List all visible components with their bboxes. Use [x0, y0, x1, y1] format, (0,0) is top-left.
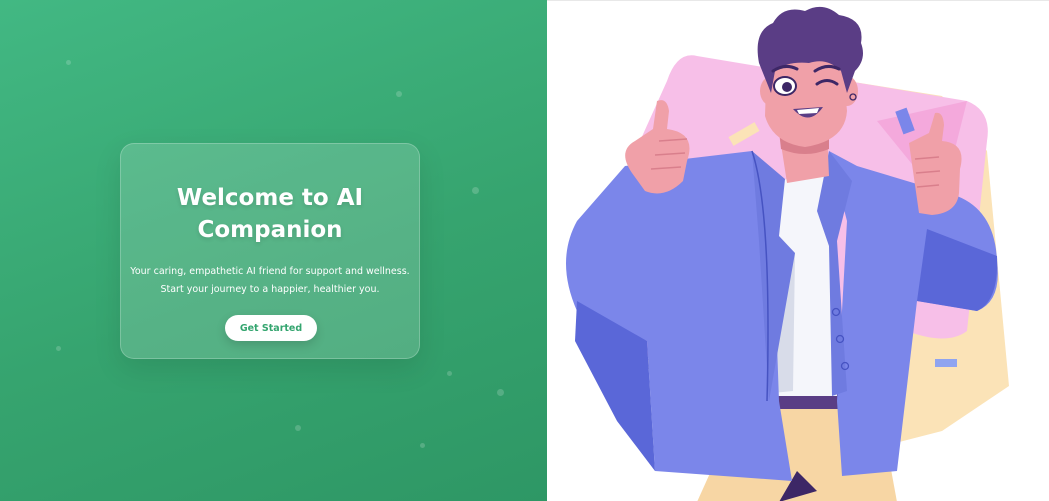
decor-dot	[472, 187, 479, 194]
illustration-panel	[547, 0, 1049, 501]
welcome-description-line: Your caring, empathetic AI friend for su…	[130, 266, 410, 277]
decor-dot	[295, 425, 301, 431]
hero-panel: Welcome to AI Companion Your caring, emp…	[0, 0, 547, 501]
character-illustration	[566, 6, 1009, 501]
confetti	[935, 359, 957, 367]
decor-dot	[420, 443, 425, 448]
get-started-button[interactable]: Get Started	[225, 315, 317, 341]
decor-dot	[66, 60, 71, 65]
welcome-card: Welcome to AI Companion Your caring, emp…	[120, 143, 420, 359]
welcome-description: Your caring, empathetic AI friend for su…	[129, 263, 411, 299]
pupil	[782, 82, 792, 92]
decor-dot	[497, 389, 504, 396]
welcome-title: Welcome to AI Companion	[176, 185, 364, 243]
welcome-description-line: Start your journey to a happier, healthi…	[160, 284, 380, 295]
decor-dot	[56, 346, 61, 351]
decor-dot	[447, 371, 452, 376]
decor-dot	[396, 91, 402, 97]
